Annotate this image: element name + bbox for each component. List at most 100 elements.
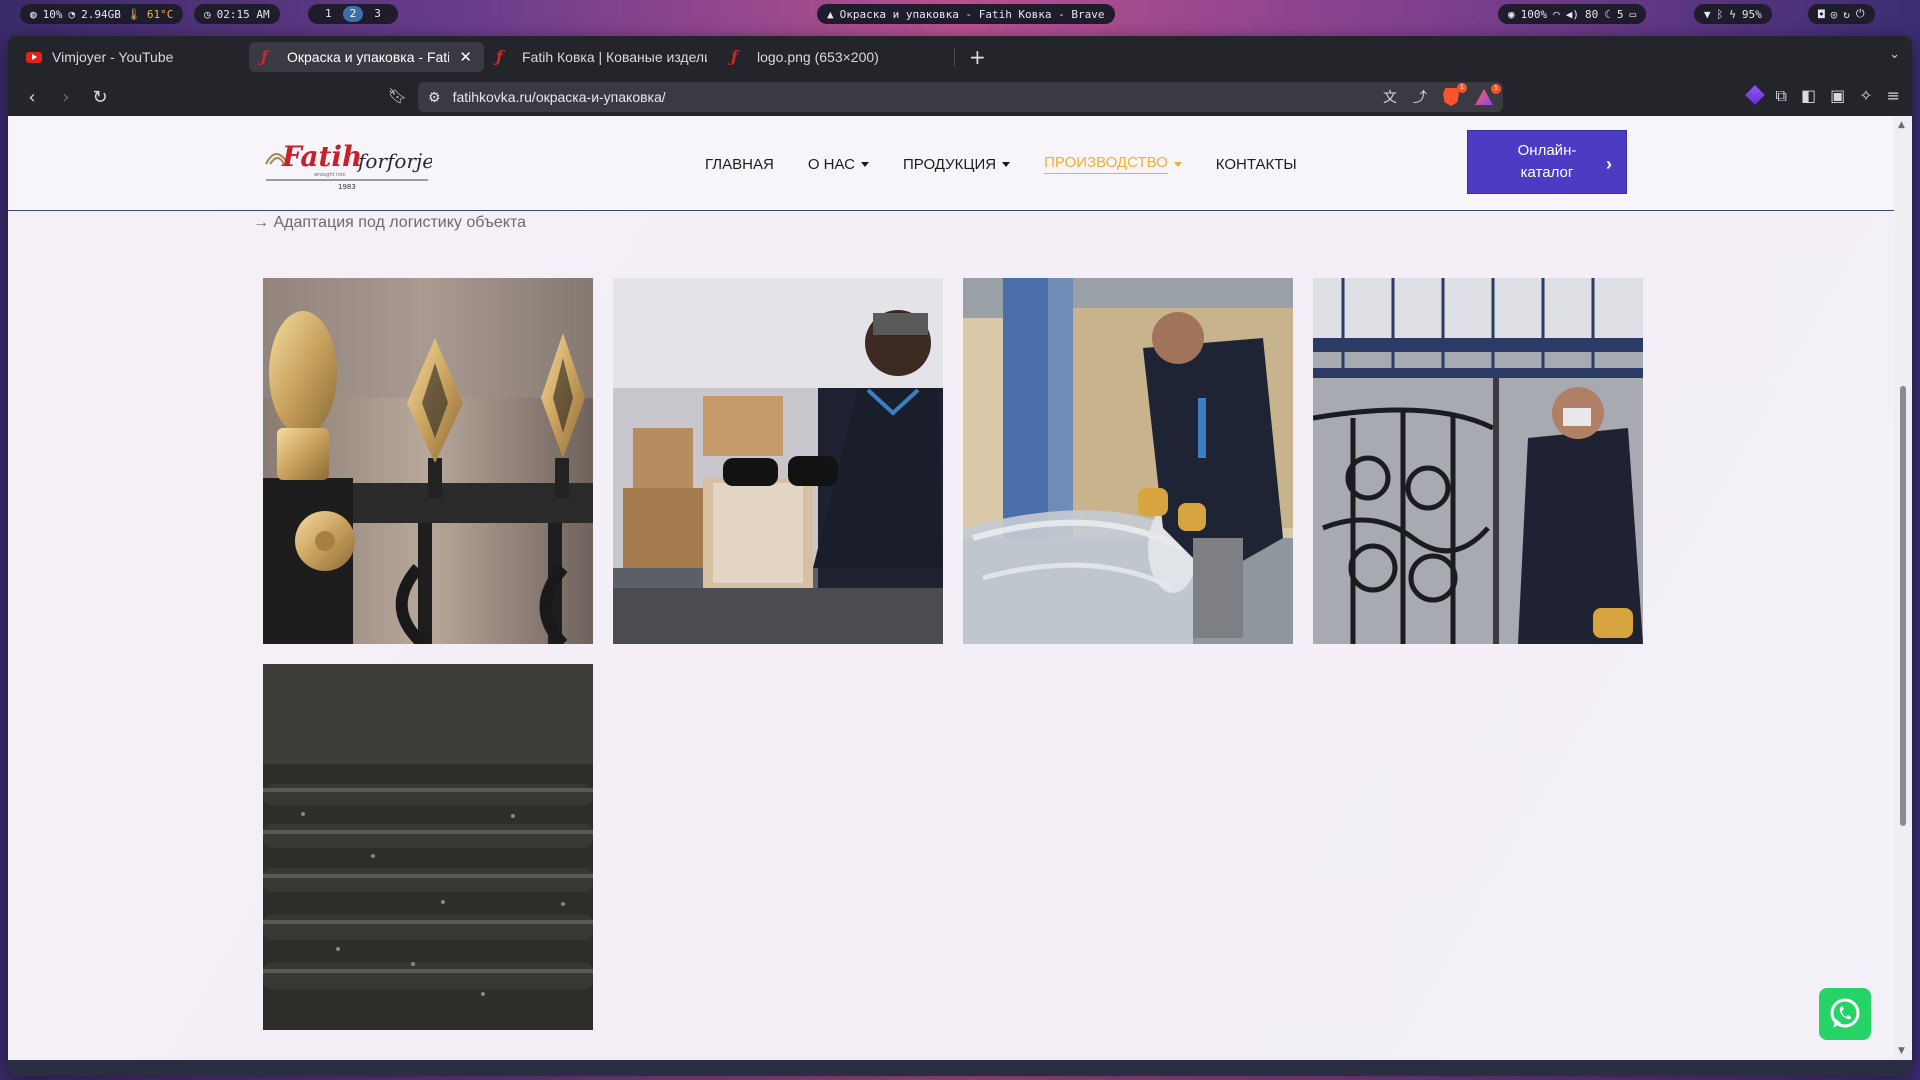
share-icon[interactable]: ⤴ (1413, 87, 1427, 107)
bluetooth-icon: ᛒ (1716, 7, 1724, 21)
clock-icon: ◷ (204, 7, 211, 21)
gallery-photo-dark-fence[interactable] (263, 664, 593, 1030)
suspend-icon[interactable]: ◎ (1831, 8, 1838, 21)
cpu-icon: ◍ (30, 7, 37, 21)
nav-item-production[interactable]: ПРОИЗВОДСТВО (1027, 152, 1199, 176)
forward-icon[interactable]: › (52, 83, 80, 111)
nav-label[interactable]: ПРОДУКЦИЯ (903, 156, 996, 173)
charging-icon: ϟ (1729, 7, 1736, 21)
logo-tagline: wrought iron (314, 172, 346, 178)
wifi-strength-icon: ▼ (1704, 7, 1711, 21)
wifi-icon: ◠ (1553, 7, 1560, 21)
browser-window: Vimjoyer - YouTube ƒ Окраска и упаковка … (8, 36, 1912, 1076)
nav-item-products[interactable]: ПРОДУКЦИЯ (886, 152, 1027, 176)
reboot-icon[interactable]: ↻ (1843, 8, 1850, 21)
gallery-photo-packing-box[interactable] (613, 278, 943, 644)
tab-fatih-home[interactable]: ƒ Fatih Ковка | Кованые изделия (484, 42, 719, 72)
gallery-photo-wrapping-film[interactable] (963, 278, 1293, 644)
tab-youtube[interactable]: Vimjoyer - YouTube (14, 42, 249, 72)
sidebar-icon[interactable]: ◧ (1801, 86, 1816, 106)
tab-list-chevron-icon[interactable]: ⌄ (1889, 47, 1900, 62)
nav-item-about[interactable]: О НАС (791, 152, 886, 176)
dropdown-caret-icon (861, 161, 869, 167)
brave-rewards-icon[interactable]: 1 (1475, 84, 1501, 105)
back-icon[interactable]: ‹ (18, 83, 46, 111)
power-controls-pill[interactable]: ◘ ◎ ↻ ⏻ (1808, 4, 1875, 24)
url-text[interactable]: fatihkovka.ru/окраска-и-упаковка/ (453, 89, 666, 105)
brightness-icon: ◉ (1508, 7, 1515, 21)
new-tab-icon[interactable]: + (969, 45, 986, 69)
temperature-icon: 🌡 (126, 7, 141, 21)
translate-icon[interactable]: 文 (1383, 87, 1397, 107)
site-settings-icon[interactable]: ⚙ (428, 89, 441, 106)
brave-shields-icon[interactable]: 1 (1443, 83, 1467, 106)
close-tab-icon[interactable]: ✕ (459, 48, 472, 66)
volume-value: 80 (1585, 7, 1599, 21)
tab-title: logo.png (653×200) (757, 49, 879, 65)
logo-script: forforje (356, 149, 432, 173)
catalog-button-line1: Онлайн- (1517, 142, 1577, 159)
fatih-icon: ƒ (496, 47, 503, 66)
nav-label[interactable]: ПРОИЗВОДСТВО (1044, 154, 1168, 174)
vpn-icon[interactable]: ✧ (1859, 86, 1872, 106)
clock-value: 02:15 AM (216, 7, 270, 21)
nav-item-contacts[interactable]: КОНТАКТЫ (1199, 152, 1314, 176)
address-bar[interactable]: ⚙ fatihkovka.ru/окраска-и-упаковка/ 文 ⤴ … (418, 82, 1503, 112)
cpu-value: 10% (42, 7, 63, 21)
extensions-icon[interactable]: ⧉ (1776, 86, 1787, 106)
tab-logo-image[interactable]: ƒ logo.png (653×200) (719, 42, 954, 72)
clock-pill: ◷ 02:15 AM (194, 4, 280, 24)
menu-icon[interactable]: ≡ (1887, 86, 1900, 106)
system-stats-pill: ◍ 10% ◔ 2.94GB 🌡 61°C (20, 4, 184, 24)
main-navigation: ГЛАВНАЯ О НАС ПРОДУКЦИЯ ПРОИЗВОДСТВО КОН… (688, 152, 1314, 176)
temperature-value: 61°C (146, 7, 174, 21)
scroll-down-icon[interactable]: ▼ (1898, 1046, 1905, 1056)
nav-label[interactable]: КОНТАКТЫ (1216, 156, 1297, 173)
logo-year: 1983 (338, 183, 356, 191)
status-pill: ◉ 100% ◠ ◀) 80 ☾ 5 ▭ (1498, 4, 1647, 24)
scroll-up-icon[interactable]: ▲ (1898, 120, 1905, 130)
scrollbar-thumb[interactable] (1900, 386, 1906, 826)
page-scrollbar[interactable]: ▲ ▼ (1894, 116, 1912, 1060)
volume-icon: ◀) (1565, 7, 1579, 21)
whatsapp-icon (1830, 998, 1860, 1028)
battery-value: 95% (1741, 7, 1762, 21)
tab-title: Vimjoyer - YouTube (52, 49, 174, 65)
workspace-3[interactable]: 3 (367, 6, 388, 22)
wallet-icon[interactable]: ▣ (1830, 86, 1845, 106)
brightness-value: 100% (1520, 7, 1548, 21)
whatsapp-chat-button[interactable] (1819, 988, 1871, 1040)
lock-icon[interactable]: ◘ (1818, 8, 1825, 21)
workspace-1[interactable]: 1 (318, 6, 339, 22)
memory-value: 2.94GB (81, 7, 121, 21)
power-icon[interactable]: ⏻ (1856, 7, 1865, 21)
gallery-photo-inspecting-gate[interactable] (1313, 278, 1643, 644)
keyboard-icon: ▭ (1629, 7, 1637, 21)
battery-pill: ▼ ᛒ ϟ 95% (1694, 4, 1772, 24)
tab-separator (954, 48, 955, 66)
bookmark-icon[interactable]: 🔖︎ (388, 87, 407, 105)
system-top-bar: ◍ 10% ◔ 2.94GB 🌡 61°C ◷ 02:15 AM 1 2 3 ▲… (0, 0, 1920, 28)
list-item-text: Адаптация под логистику объекта (273, 214, 527, 231)
dropdown-caret-icon (1002, 161, 1011, 167)
moon-icon: ☾ (1604, 7, 1611, 21)
online-catalog-button[interactable]: Онлайн- каталог › (1467, 130, 1627, 194)
nav-item-home[interactable]: ГЛАВНАЯ (688, 152, 791, 176)
site-logo[interactable]: Fatih forforje wrought iron 1983 (262, 134, 434, 192)
leo-ai-icon[interactable] (1744, 85, 1765, 105)
tab-strip: Vimjoyer - YouTube ƒ Окраска и упаковка … (8, 36, 1912, 78)
dropdown-caret-icon (1173, 161, 1182, 167)
workspace-switcher[interactable]: 1 2 3 (308, 4, 398, 24)
toolbar-actions: ⧉ ◧ ▣ ✧ ≡ (1744, 85, 1900, 106)
nav-label[interactable]: ГЛАВНАЯ (705, 156, 774, 173)
logo-brand: Fatih (281, 140, 362, 173)
reload-icon[interactable]: ↻ (86, 83, 114, 111)
window-bottom-edge (8, 1060, 1912, 1076)
youtube-icon (26, 51, 42, 63)
workspace-2[interactable]: 2 (342, 6, 364, 22)
tab-painting-packing[interactable]: ƒ Окраска и упаковка - Fatih Ковка ✕ (249, 42, 484, 72)
nav-label[interactable]: О НАС (808, 156, 855, 173)
gallery-photo-gold-finial[interactable] (263, 278, 593, 644)
tab-title: Окраска и упаковка - Fatih Ковка (287, 49, 450, 65)
navigation-toolbar: ‹ › ↻ 🔖︎ ⚙ fatihkovka.ru/окраска-и-упако… (8, 78, 1912, 116)
